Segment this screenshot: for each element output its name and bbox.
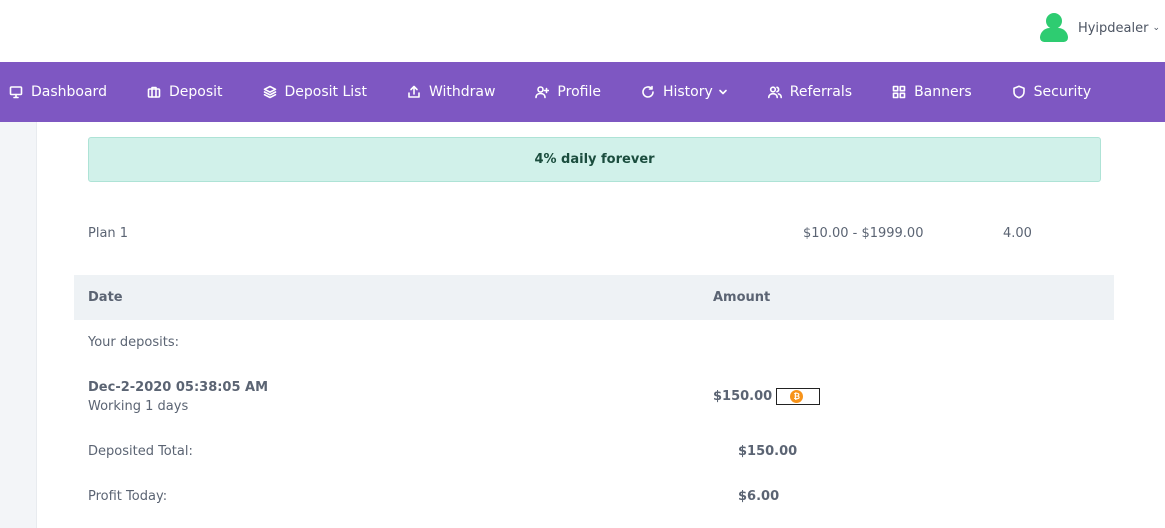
nav-dashboard-label: Dashboard — [31, 84, 107, 100]
grid-icon — [892, 85, 906, 99]
nav-withdraw-label: Withdraw — [428, 84, 496, 100]
plan-banner: 4% daily forever — [88, 137, 1101, 182]
nav-banners-label: Banners — [914, 84, 972, 100]
deposited-total-value: $150.00 — [738, 444, 798, 459]
monitor-icon — [9, 86, 23, 99]
deposited-total-label: Deposited Total: — [88, 444, 193, 459]
user-name: Hyipdealer — [1077, 20, 1149, 36]
nav-banners[interactable]: Banners — [892, 84, 972, 100]
profit-today-label: Profit Today: — [88, 489, 168, 504]
nav-withdraw[interactable]: Withdraw — [407, 84, 495, 100]
briefcase-icon — [147, 86, 161, 98]
layers-icon — [263, 85, 276, 99]
deposit-amount-value: $150.00 — [713, 389, 773, 404]
deposit-date: Dec-2-2020 05:38:05 AM — [88, 380, 269, 395]
nav-profile-label: Profile — [557, 84, 601, 100]
top-header: Hyipdealer ⌄ — [0, 0, 1165, 62]
bitcoin-icon: ₿ — [790, 390, 804, 403]
plan-range: $10.00 - $1999.00 — [803, 226, 924, 241]
user-menu[interactable]: Hyipdealer ⌄ — [1038, 12, 1160, 44]
nav-history[interactable]: History — [641, 84, 728, 100]
column-header-date: Date — [88, 290, 123, 305]
deposits-table-header: Date Amount — [74, 275, 1114, 320]
user-avatar-icon — [1038, 12, 1070, 44]
nav-deposit-list-label: Deposit List — [284, 84, 367, 100]
nav-deposit[interactable]: Deposit — [147, 84, 223, 100]
plan-rate: 4.00 — [1003, 226, 1032, 241]
user-plus-icon — [535, 86, 550, 99]
deposit-amount: $150.00 ₿ — [713, 388, 821, 405]
profit-today-value: $6.00 — [738, 489, 780, 504]
nav-dashboard[interactable]: Dashboard — [9, 84, 107, 100]
payment-method-box: ₿ — [776, 388, 821, 405]
nav-referrals[interactable]: Referrals — [767, 84, 853, 100]
nav-security[interactable]: Security — [1012, 84, 1092, 100]
plan-name: Plan 1 — [88, 226, 129, 241]
deposit-plan-card: 4% daily forever Plan 1 $10.00 - $1999.0… — [36, 122, 1165, 528]
shield-icon — [1012, 85, 1025, 99]
nav-history-label: History — [662, 84, 713, 100]
nav-deposit-label: Deposit — [168, 84, 223, 100]
chevron-down-icon — [718, 89, 727, 95]
column-header-amount: Amount — [713, 290, 771, 305]
nav-referrals-label: Referrals — [789, 84, 853, 100]
users-icon — [767, 86, 782, 99]
nav-deposit-list[interactable]: Deposit List — [263, 84, 367, 100]
upload-icon — [408, 85, 420, 98]
your-deposits-label: Your deposits: — [88, 335, 179, 350]
chevron-down-icon: ⌄ — [1152, 23, 1160, 33]
nav-security-label: Security — [1033, 84, 1092, 100]
main-nav: Dashboard Deposit Deposit List Withdraw … — [0, 62, 1165, 122]
deposit-working-days: Working 1 days — [88, 399, 189, 414]
nav-profile[interactable]: Profile — [535, 84, 601, 100]
refresh-icon — [642, 85, 654, 98]
